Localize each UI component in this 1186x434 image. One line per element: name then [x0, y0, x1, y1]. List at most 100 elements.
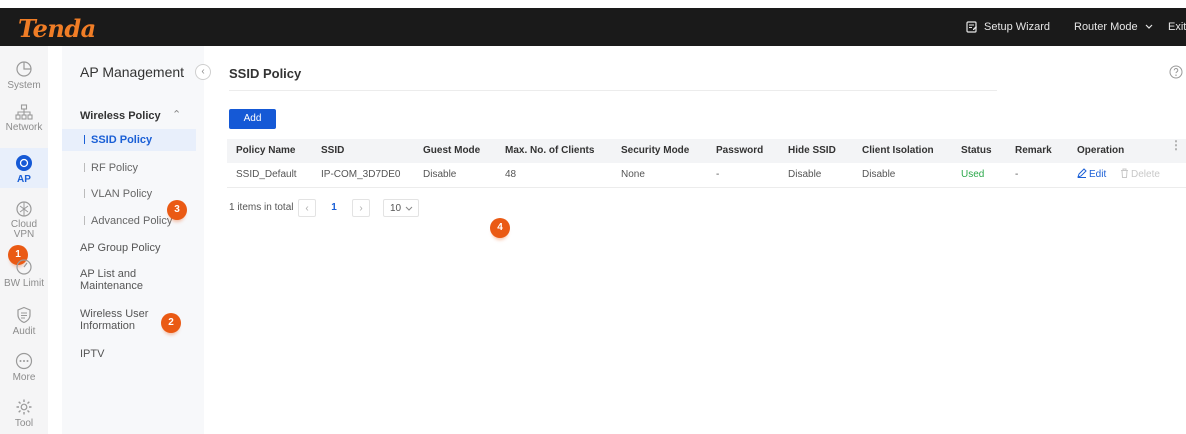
router-mode-label: Router Mode	[1074, 21, 1138, 33]
column-header: Client Isolation	[862, 145, 934, 156]
cell-client-isolation: Disable	[862, 169, 896, 180]
item-indicator	[84, 189, 85, 198]
cell-guest-mode: Disable	[423, 169, 457, 180]
page-number-current[interactable]: 1	[325, 199, 343, 217]
collapse-panel-button[interactable]: ‹	[195, 64, 211, 80]
nav-more-label: More	[12, 372, 36, 383]
delete-button[interactable]: Delete	[1120, 163, 1160, 187]
menu-group-wireless-policy[interactable]: Wireless Policy ⌃	[80, 109, 181, 122]
sub-item-label: Advanced Policy	[91, 215, 173, 227]
table-row[interactable]: SSID_Default IP-COM_3D7DE0 Disable 48 No…	[227, 163, 1186, 188]
nav-bw-limit-label: BW Limit	[4, 278, 44, 289]
exit-link[interactable]: Exit	[1168, 8, 1186, 46]
cell-max-clients: 48	[505, 169, 517, 180]
help-icon[interactable]	[1169, 65, 1183, 79]
trash-icon	[1121, 168, 1128, 178]
column-header: Guest Mode	[423, 145, 481, 156]
menu-group-label: Wireless Policy	[80, 110, 161, 122]
network-tree-icon	[15, 104, 33, 120]
ap-management-panel	[62, 46, 204, 434]
nav-ap-label: AP	[17, 174, 31, 185]
chevron-up-icon: ⌃	[172, 109, 182, 121]
ap-icon	[16, 155, 32, 171]
nav-audit-label: Audit	[12, 326, 36, 337]
column-header: Hide SSID	[788, 145, 836, 156]
router-mode-dropdown[interactable]: Router Mode	[1074, 8, 1154, 46]
page-size-value: 10	[390, 203, 402, 214]
nav-cloud-vpn-label: Cloud VPN	[10, 219, 38, 240]
title-divider	[229, 90, 997, 91]
column-header: Policy Name	[236, 145, 296, 156]
edit-label: Edit	[1089, 169, 1107, 180]
menu-item-iptv[interactable]: IPTV	[80, 348, 104, 360]
item-indicator	[84, 216, 85, 225]
next-page-button[interactable]: ›	[352, 199, 370, 217]
cloud-vpn-icon	[16, 201, 32, 217]
setup-wizard-link[interactable]: Setup Wizard	[966, 8, 1050, 46]
menu-item-ap-list[interactable]: AP List and Maintenance	[80, 268, 160, 292]
page-size-select[interactable]: 10	[383, 199, 419, 217]
pager-total: 1 items in total	[229, 202, 294, 213]
sub-item-label: VLAN Policy	[91, 188, 153, 200]
chevron-left-icon: ‹	[201, 66, 205, 77]
callout-marker: 3	[167, 200, 187, 220]
cell-ssid: IP-COM_3D7DE0	[321, 169, 401, 180]
cell-policy-name: SSID_Default	[236, 169, 297, 180]
cell-remark: -	[1015, 169, 1019, 180]
menu-item-wireless-user-info[interactable]: Wireless User Information	[80, 308, 160, 332]
table-header: Policy Name SSID Guest Mode Max. No. of …	[227, 139, 1186, 163]
setup-wizard-label: Setup Wizard	[984, 21, 1051, 33]
cell-password: -	[716, 169, 720, 180]
tenda-logo: Tenda	[18, 14, 96, 43]
speedometer-icon	[16, 259, 32, 275]
callout-marker: 2	[161, 313, 181, 333]
nav-system[interactable]: System	[0, 60, 48, 91]
gear-icon	[16, 399, 32, 415]
wizard-icon	[966, 21, 977, 33]
nav-system-label: System	[7, 80, 41, 91]
column-header: Operation	[1077, 145, 1125, 156]
nav-more[interactable]: More	[0, 352, 48, 383]
audit-shield-icon	[17, 306, 31, 324]
column-header: Password	[716, 145, 764, 156]
edit-button[interactable]: Edit	[1077, 163, 1106, 187]
sub-item-rf-policy[interactable]: RF Policy	[62, 157, 196, 179]
exit-label: Exit	[1168, 21, 1186, 33]
pie-chart-icon	[16, 61, 32, 77]
callout-marker: 4	[490, 218, 510, 238]
cell-security-mode: None	[621, 169, 645, 180]
nav-bw-limit[interactable]: BW Limit	[0, 258, 48, 289]
panel-title: AP Management	[80, 64, 185, 80]
ssid-policy-table: Policy Name SSID Guest Mode Max. No. of …	[227, 139, 1186, 188]
active-indicator	[84, 135, 85, 144]
nav-tool-label: Tool	[14, 418, 34, 429]
column-settings-icon[interactable]: ⋮	[1170, 139, 1182, 151]
column-header: Status	[961, 145, 992, 156]
nav-network[interactable]: Network	[0, 104, 48, 133]
edit-pencil-icon	[1077, 168, 1087, 178]
add-button[interactable]: Add	[229, 109, 276, 129]
column-header: Max. No. of Clients	[505, 145, 595, 156]
cell-hide-ssid: Disable	[788, 169, 822, 180]
more-icon	[15, 352, 33, 370]
item-indicator	[84, 163, 85, 172]
chevron-down-icon	[1145, 24, 1153, 29]
sub-item-label: RF Policy	[91, 162, 139, 174]
sub-item-label: SSID Policy	[91, 134, 153, 146]
page-title: SSID Policy	[229, 66, 302, 81]
top-bar: Tenda Setup Wizard Router Mode Exit	[0, 8, 1186, 46]
column-header: SSID	[321, 145, 345, 156]
nav-tool[interactable]: Tool	[0, 398, 48, 429]
column-header: Security Mode	[621, 145, 690, 156]
nav-network-label: Network	[5, 122, 43, 133]
sub-item-ssid-policy[interactable]: SSID Policy	[62, 129, 196, 151]
menu-item-ap-group-policy[interactable]: AP Group Policy	[80, 242, 161, 254]
chevron-down-icon	[405, 206, 413, 211]
prev-page-button[interactable]: ‹	[298, 199, 316, 217]
delete-label: Delete	[1131, 169, 1160, 180]
nav-ap[interactable]: AP	[0, 148, 48, 188]
nav-audit[interactable]: Audit	[0, 306, 48, 337]
column-header: Remark	[1015, 145, 1052, 156]
status-badge: Used	[961, 169, 985, 180]
nav-cloud-vpn[interactable]: Cloud VPN	[0, 200, 48, 240]
